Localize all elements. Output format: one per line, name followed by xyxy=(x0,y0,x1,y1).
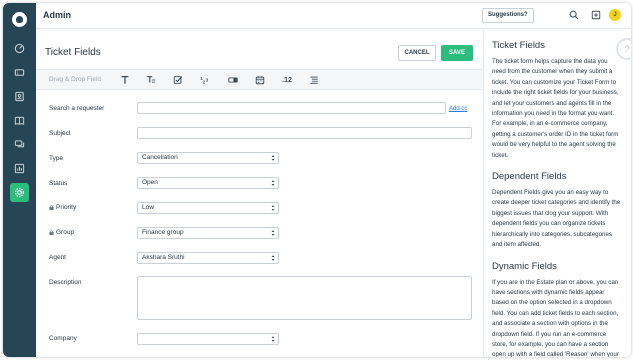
admin-gear-icon[interactable] xyxy=(10,183,29,202)
dropdown-field-icon[interactable] xyxy=(227,74,239,86)
group-label: Group xyxy=(56,229,75,236)
forums-icon[interactable] xyxy=(10,135,29,154)
help-text-dynamic-fields: If you are in the Estate plan or above, … xyxy=(492,278,619,358)
subject-label: Subject xyxy=(49,130,71,137)
requester-label: Search a requester xyxy=(49,105,105,112)
dashboard-icon[interactable] xyxy=(10,39,29,58)
tickets-icon[interactable] xyxy=(10,63,29,82)
svg-text:3: 3 xyxy=(206,78,209,83)
select-caret-icon xyxy=(271,230,275,236)
app-window: Admin Suggestions? J Ticket Fields CANCE… xyxy=(3,3,631,357)
lock-icon xyxy=(49,205,54,210)
select-caret-icon xyxy=(271,255,275,261)
field-type-toolbar: Drag & Drop Field 123 .12 xyxy=(36,69,483,90)
knowledge-base-icon[interactable] xyxy=(10,111,29,130)
help-question-button[interactable]: ? xyxy=(616,38,631,60)
top-bar: Admin xyxy=(36,3,631,29)
status-label: Status xyxy=(49,180,68,187)
user-avatar[interactable]: J xyxy=(609,9,621,21)
group-value: Finance group xyxy=(142,229,184,236)
sidebar xyxy=(3,3,36,357)
date-field-icon[interactable] xyxy=(254,74,266,86)
type-select[interactable]: Cancellation xyxy=(137,152,279,164)
paragraph-field-icon[interactable] xyxy=(145,74,157,86)
suggestions-button[interactable]: Suggestions? xyxy=(482,8,534,23)
freshdesk-logo-icon[interactable] xyxy=(12,12,27,27)
text-field-icon[interactable] xyxy=(119,74,131,86)
contacts-icon[interactable] xyxy=(10,87,29,106)
new-item-icon[interactable] xyxy=(590,9,602,21)
priority-select[interactable]: Low xyxy=(137,202,279,214)
agent-value: Akshara Sruthi xyxy=(142,254,185,261)
help-heading-ticket-fields: Ticket Fields xyxy=(492,40,545,51)
lock-icon xyxy=(49,230,54,235)
select-caret-icon xyxy=(271,155,275,161)
requester-input[interactable] xyxy=(137,102,446,114)
agent-select[interactable]: Akshara Sruthi xyxy=(137,252,279,264)
help-text-dependent-fields: Dependent Fields give you an easy way to… xyxy=(492,189,621,249)
cancel-button[interactable]: CANCEL xyxy=(398,45,436,61)
priority-label-row: Priority xyxy=(49,204,76,211)
drag-drop-label: Drag & Drop Field xyxy=(49,76,102,83)
checkbox-field-icon[interactable] xyxy=(172,74,184,86)
dependent-field-icon[interactable] xyxy=(308,74,320,86)
page-title: Ticket Fields xyxy=(45,47,101,58)
select-caret-icon xyxy=(271,336,275,342)
help-heading-dynamic-fields: Dynamic Fields xyxy=(492,260,557,272)
select-caret-icon xyxy=(271,205,275,211)
type-value: Cancellation xyxy=(142,154,178,161)
group-select[interactable]: Finance group xyxy=(137,227,279,239)
status-value: Open xyxy=(142,179,158,186)
agent-label: Agent xyxy=(49,254,66,261)
status-select[interactable]: Open xyxy=(137,177,279,189)
help-panel: ? Ticket Fields The ticket form helps ca… xyxy=(483,30,631,357)
group-label-row: Group xyxy=(49,229,74,236)
app-title: Admin xyxy=(43,10,71,20)
help-text-ticket-fields: The ticket form helps capture the data y… xyxy=(492,58,619,159)
help-heading-dependent-fields: Dependent Fields xyxy=(492,171,567,183)
search-icon[interactable] xyxy=(568,9,580,21)
reports-icon[interactable] xyxy=(10,159,29,178)
type-label: Type xyxy=(49,155,64,162)
add-cc-link[interactable]: Add cc xyxy=(449,106,467,112)
description-label: Description xyxy=(49,279,82,286)
save-button[interactable]: SAVE xyxy=(441,45,473,61)
priority-value: Low xyxy=(142,204,154,211)
subject-input[interactable] xyxy=(137,127,472,139)
priority-label: Priority xyxy=(56,204,77,211)
decimal-field-label[interactable]: .12 xyxy=(281,74,293,86)
company-select[interactable] xyxy=(137,333,279,345)
select-caret-icon xyxy=(271,180,275,186)
ticket-fields-editor: Ticket Fields CANCEL SAVE Drag & Drop Fi… xyxy=(36,30,483,357)
number-field-icon[interactable]: 123 xyxy=(199,74,211,86)
description-textarea[interactable] xyxy=(137,276,472,320)
company-label: Company xyxy=(49,335,77,342)
